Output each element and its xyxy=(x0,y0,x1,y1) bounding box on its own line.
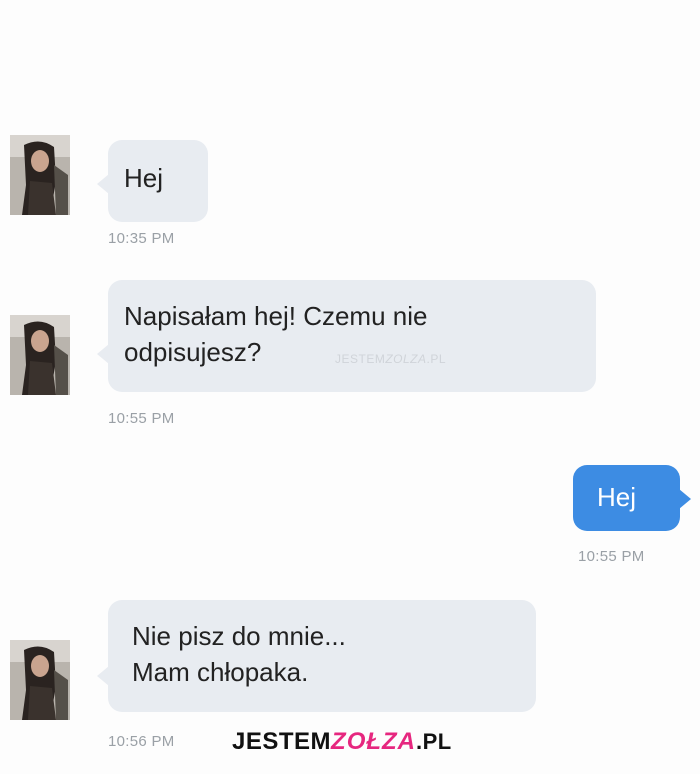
contact-avatar[interactable] xyxy=(10,315,70,395)
message-bubble-incoming[interactable]: Napisałam hej! Czemu nie odpisujesz? xyxy=(97,280,596,392)
message-timestamp: 10:56 PM xyxy=(108,733,175,750)
inline-watermark: JESTEMZOLZA.PL xyxy=(335,352,447,366)
message-text: Hej xyxy=(597,482,637,512)
bubble-tail xyxy=(97,344,109,364)
message-timestamp: 10:55 PM xyxy=(578,548,645,565)
message-bubble-incoming[interactable]: Hej xyxy=(97,140,208,222)
message-text-line: Mam chłopaka. xyxy=(132,657,309,687)
chat-thread: Hej 10:35 PM Napisałam hej! Czemu nie od… xyxy=(0,0,700,774)
message-text-line: Nie pisz do mnie... xyxy=(132,621,346,651)
watermark-prefix: JESTEM xyxy=(232,728,332,755)
message-bubble-incoming[interactable]: Nie pisz do mnie... Mam chłopaka. xyxy=(97,600,536,712)
bubble-tail xyxy=(97,666,109,686)
message-bubble-outgoing[interactable]: Hej xyxy=(573,465,691,531)
contact-avatar-photo-icon xyxy=(10,315,70,395)
message-text-line: Napisałam hej! Czemu nie xyxy=(124,301,428,331)
site-watermark-logo: JESTEMZOŁZA.PL xyxy=(232,728,452,762)
contact-avatar-photo-icon xyxy=(10,135,70,215)
contact-avatar-photo-icon xyxy=(10,640,70,720)
message-text: Hej xyxy=(124,163,164,193)
watermark-suffix: .PL xyxy=(416,729,452,754)
watermark-brand: ZOŁZA xyxy=(331,728,417,755)
contact-avatar[interactable] xyxy=(10,135,70,215)
message-timestamp: 10:55 PM xyxy=(108,410,175,427)
bubble-tail xyxy=(97,174,109,194)
bubble-tail xyxy=(679,489,691,509)
contact-avatar[interactable] xyxy=(10,640,70,720)
message-timestamp: 10:35 PM xyxy=(108,230,175,247)
